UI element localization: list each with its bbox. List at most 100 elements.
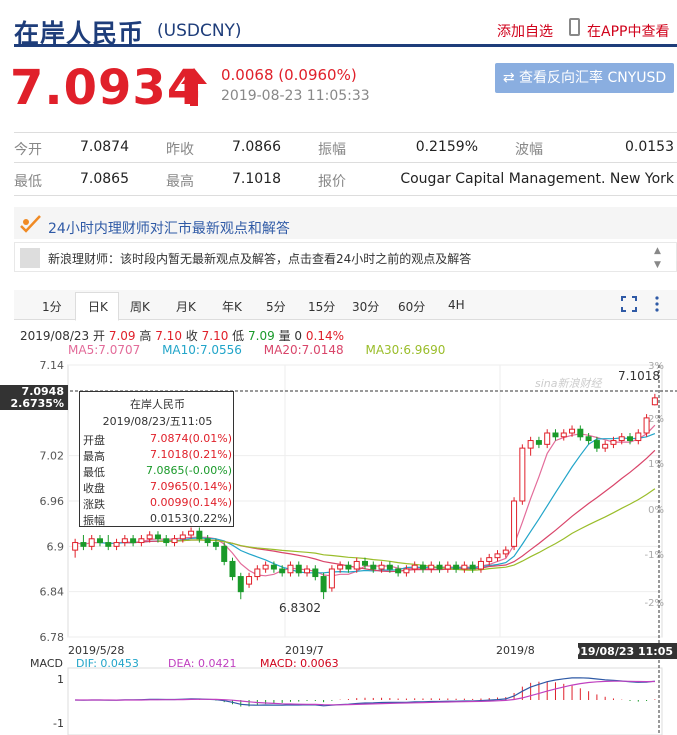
y-tick-label: 6.9 — [47, 540, 65, 553]
symbol-code: (USDCNY) — [157, 21, 242, 41]
crosshair-date: 2019/08/23 11:05 — [565, 645, 673, 658]
macd-panel: MACD DIF: 0.0453 DEA: 0.0421 MACD: 0.0063 1 -… — [30, 657, 663, 735]
advisor-title-link[interactable]: 24小时内理财师对汇市最新观点和解答 — [48, 218, 290, 238]
candle-body — [560, 432, 567, 438]
tab-monthly[interactable]: 月K — [176, 298, 196, 315]
y-tick-label: 7.14 — [40, 359, 65, 372]
candle-body — [295, 564, 302, 574]
candle-body — [585, 436, 592, 442]
tab-30min[interactable]: 30分 — [352, 298, 379, 315]
candle-body — [486, 557, 493, 562]
add-watchlist-link[interactable]: 添加自选 — [497, 21, 553, 41]
tooltip-key: 振幅 — [83, 514, 105, 527]
candle-body — [519, 447, 526, 502]
macd-dea: DEA: 0.0421 — [168, 657, 236, 670]
candle-body — [237, 576, 244, 593]
tooltip-row: 涨跌 0.0099(0.14%) — [80, 496, 235, 512]
tooltip-value: 7.0865(-0.00%) — [146, 464, 232, 477]
candle-body — [72, 542, 79, 551]
candle-body — [627, 436, 634, 442]
candle-body — [130, 538, 137, 544]
macd-ytick: -1 — [53, 717, 64, 730]
stat-value: Cougar Capital Management. New York — [400, 171, 674, 187]
candle-tooltip: 在岸人民币 2019/08/23/五11:05 开盘 7.0874(0.01%) 最… — [79, 391, 234, 527]
max-label: 7.1018 — [618, 369, 660, 383]
candle-body — [527, 440, 534, 449]
tooltip-date: 2019/08/23/五11:05 — [102, 415, 213, 428]
candle-body — [246, 576, 253, 585]
candle-body — [171, 538, 178, 544]
candle-body — [362, 560, 368, 566]
current-price: 7.0934 — [10, 60, 202, 116]
tab-4h[interactable]: 4H — [448, 298, 465, 312]
candle-body — [80, 542, 87, 547]
candle-body — [494, 553, 501, 559]
candle-body — [502, 549, 509, 555]
price-change: 0.0068 (0.0960%) — [221, 66, 357, 84]
tab-15min[interactable]: 15分 — [308, 298, 335, 315]
more-icon[interactable] — [654, 296, 660, 312]
tooltip-row: 振幅 0.0153(0.22%) — [80, 512, 235, 528]
candle-body — [535, 440, 542, 445]
ohlc-high-label: 高 — [139, 329, 152, 343]
candle-body — [212, 542, 219, 547]
tab-1min[interactable]: 1分 — [42, 298, 62, 315]
stat-label: 今开 — [14, 142, 42, 158]
stat-value: 7.0866 — [232, 139, 281, 155]
trend-check-icon — [20, 215, 41, 233]
candle-body — [188, 530, 195, 536]
candle-body — [378, 564, 385, 570]
tooltip-value: 7.1018(0.21%) — [149, 448, 232, 461]
tooltip-row: 最低 7.0865(-0.00%) — [80, 464, 235, 480]
tooltip-key: 最低 — [83, 466, 105, 479]
reverse-rate-button[interactable]: ⇄ 查看反向汇率 CNYUSD — [495, 63, 674, 93]
candle-body — [395, 568, 402, 574]
scroll-up-icon[interactable]: ▲ — [654, 246, 661, 256]
view-in-app-link[interactable]: 在APP中查看 — [587, 21, 669, 41]
tab-weekly[interactable]: 周K — [130, 298, 150, 315]
stat-label: 最低 — [14, 174, 42, 190]
x-label: 2019/8 — [496, 644, 535, 657]
macd-dif-line — [75, 677, 655, 707]
candle-body — [618, 436, 625, 442]
tab-daily[interactable]: 日K — [88, 298, 108, 315]
fullscreen-icon[interactable] — [621, 296, 637, 312]
pct-tick-label: 0% — [648, 505, 664, 516]
scroll-down-icon[interactable]: ▼ — [654, 260, 661, 270]
stat-label: 波幅 — [515, 142, 543, 158]
stat-value: 7.0865 — [80, 171, 129, 187]
candle-body — [577, 428, 584, 438]
tab-yearly[interactable]: 年K — [222, 298, 242, 315]
candle-body — [419, 564, 426, 570]
candle-body — [403, 568, 410, 574]
candle-body — [254, 568, 261, 578]
macd-ytick: 1 — [57, 673, 64, 686]
candle-body — [353, 560, 360, 570]
advisor-notice-text[interactable]: 新浪理财师：该时段内暂无最新观点及解答，点击查看24小时之前的观点及解答 — [48, 250, 471, 267]
candle-body — [320, 576, 327, 593]
candle-body — [552, 432, 559, 438]
tooltip-value: 0.0153(0.22%) — [149, 512, 232, 525]
candle-body — [370, 564, 377, 570]
candle-body — [477, 560, 484, 570]
candle-body — [511, 500, 518, 547]
ohlc-line: 2019/08/23 开 7.09 高 7.10 收 7.10 低 7.09 量… — [20, 327, 344, 344]
macd-title: MACD — [30, 657, 63, 670]
ohlc-vol-label: 量 — [278, 329, 291, 343]
stat-label: 最高 — [166, 174, 194, 190]
candle-body — [386, 564, 393, 570]
candle-body — [105, 542, 112, 547]
ohlc-vol: 0 — [294, 329, 303, 343]
y-tick-label: 6.84 — [40, 586, 65, 599]
candle-body — [138, 538, 145, 544]
header-divider — [14, 44, 677, 47]
candle-body — [179, 534, 186, 540]
tooltip-key: 涨跌 — [83, 498, 105, 511]
tab-60min[interactable]: 60分 — [398, 298, 425, 315]
stats-divider — [14, 195, 677, 196]
stat-value: 0.2159% — [415, 139, 478, 155]
ohlc-close: 7.10 — [201, 329, 229, 343]
stats-divider — [14, 132, 677, 133]
tab-5min[interactable]: 5分 — [266, 298, 286, 315]
y-tick-label: 7.02 — [40, 450, 65, 463]
